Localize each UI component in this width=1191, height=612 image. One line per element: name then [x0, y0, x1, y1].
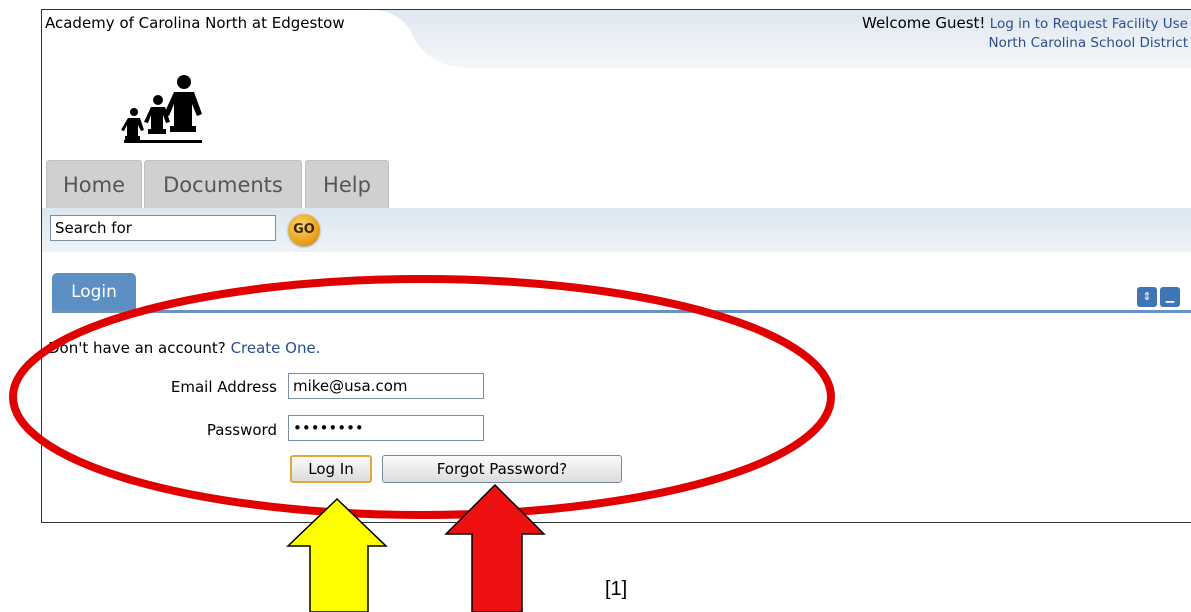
no-account-text: Don't have an account?	[48, 339, 226, 357]
figure-caption: [1]	[605, 578, 628, 600]
search-input[interactable]	[50, 215, 276, 241]
tab-help[interactable]: Help	[305, 160, 389, 209]
welcome-area: Welcome Guest! Log in to Request Facilit…	[862, 14, 1188, 53]
go-button[interactable]: GO	[288, 214, 320, 246]
search-bar: GO	[42, 208, 1191, 252]
expand-collapse-icon[interactable]: ⇕	[1137, 287, 1157, 307]
log-in-button[interactable]: Log In	[290, 455, 372, 483]
minimize-icon[interactable]: ▁	[1160, 287, 1180, 307]
email-label: Email Address	[170, 378, 277, 396]
forgot-password-button[interactable]: Forgot Password?	[382, 455, 622, 483]
tab-home[interactable]: Home	[46, 160, 142, 209]
school-name: Academy of Carolina North at Edgestow	[45, 14, 345, 32]
school-logo-icon	[121, 75, 202, 143]
password-label: Password	[206, 421, 277, 439]
login-panel-tab[interactable]: Login	[52, 273, 136, 311]
no-account-line: Don't have an account? Create One.	[48, 339, 320, 357]
password-field[interactable]	[288, 415, 484, 441]
email-field[interactable]	[288, 373, 484, 399]
tab-documents[interactable]: Documents	[144, 160, 302, 209]
district-link[interactable]: North Carolina School District	[989, 35, 1188, 51]
request-facility-link[interactable]: Log in to Request Facility Use	[990, 16, 1188, 32]
create-account-link[interactable]: Create One.	[231, 339, 321, 357]
welcome-text: Welcome Guest!	[862, 14, 986, 32]
panel-divider	[52, 310, 1191, 313]
app-screenshot: Academy of Carolina North at Edgestow We…	[41, 9, 1191, 523]
panel-controls: ⇕ ▁	[1137, 287, 1180, 307]
